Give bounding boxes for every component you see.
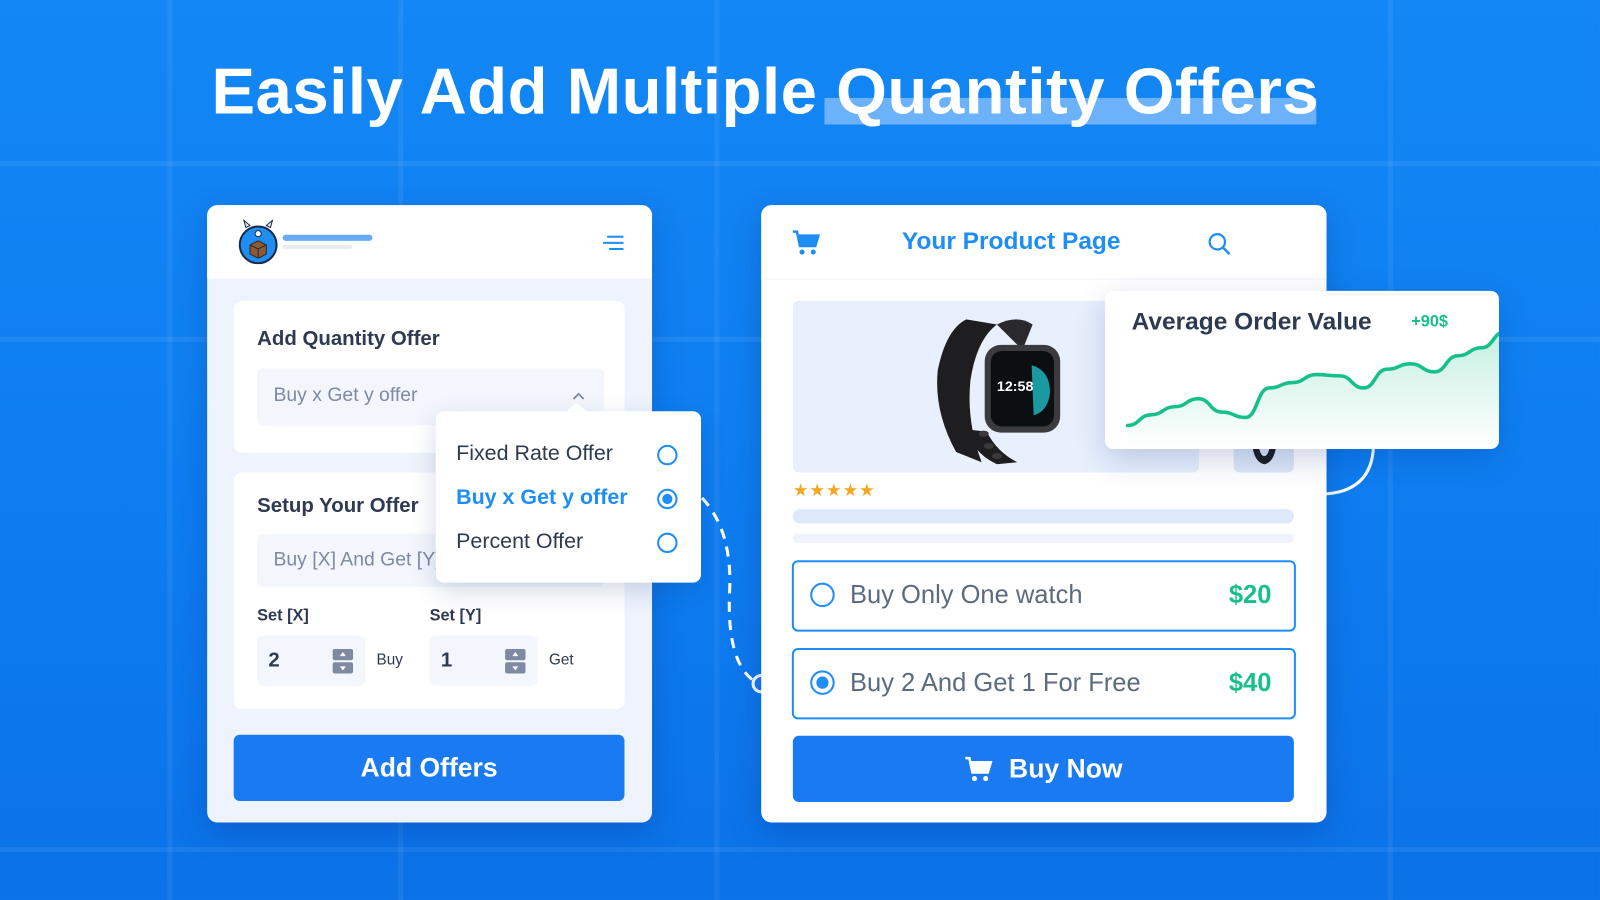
grid-line xyxy=(1387,0,1393,900)
radio-unselected-icon[interactable] xyxy=(657,444,678,466)
monster-logo-icon xyxy=(238,219,278,265)
field-value: Buy [X] And Get [Y] xyxy=(273,548,441,571)
product-title-placeholder xyxy=(792,509,1294,524)
buy-now-label: Buy Now xyxy=(1009,753,1123,784)
watch-time: 12:58 xyxy=(997,379,1034,395)
page-headline: Easily Add Multiple Quantity Offers xyxy=(211,54,1320,128)
search-icon[interactable] xyxy=(1207,232,1231,256)
admin-header xyxy=(207,205,653,279)
set-x-unit: Buy xyxy=(376,651,403,669)
option-price: $40 xyxy=(1228,668,1272,697)
brand-name-placeholder xyxy=(282,234,373,241)
cart-icon xyxy=(965,756,993,781)
hamburger-menu-icon[interactable] xyxy=(603,234,625,252)
average-order-value-card: Average Order Value +90$ xyxy=(1105,290,1499,449)
dropdown-option-fixed-rate[interactable]: Fixed Rate Offer xyxy=(456,438,691,471)
grid-line xyxy=(0,161,1600,167)
select-value: Buy x Get y offer xyxy=(273,384,418,407)
radio-unselected-icon[interactable] xyxy=(810,582,835,608)
promo-stage: Easily Add Multiple Quantity Offers Add … xyxy=(0,0,1600,900)
option-label: Buy x Get y offer xyxy=(456,485,628,510)
decrement-icon[interactable] xyxy=(332,662,354,674)
add-offers-button[interactable]: Add Offers xyxy=(233,734,625,802)
radio-selected-icon[interactable] xyxy=(657,488,678,510)
product-page-title: Your Product Page xyxy=(901,227,1121,256)
grid-line xyxy=(0,846,1600,853)
aov-area xyxy=(1127,333,1499,449)
set-y-stepper[interactable]: 1 xyxy=(429,635,538,686)
radio-unselected-icon[interactable] xyxy=(657,532,678,554)
option-price: $20 xyxy=(1228,580,1272,610)
increment-icon[interactable] xyxy=(505,648,526,661)
grid-line xyxy=(167,0,173,900)
brand-tagline-placeholder xyxy=(282,244,353,249)
section-title: Setup Your Offer xyxy=(257,494,419,518)
quantity-option-single[interactable]: Buy Only One watch $20 xyxy=(791,560,1296,632)
product-page-header: Your Product Page xyxy=(761,205,1327,280)
set-y-value[interactable]: 1 xyxy=(441,649,452,672)
dropdown-caret xyxy=(566,403,587,412)
grid-line xyxy=(714,0,720,900)
star-rating: ★★★★★ xyxy=(792,480,876,500)
dropdown-option-buy-x-get-y[interactable]: Buy x Get y offer xyxy=(456,482,691,515)
dashed-connector xyxy=(700,496,756,683)
dropdown-option-percent[interactable]: Percent Offer xyxy=(456,526,691,559)
buy-now-button[interactable]: Buy Now xyxy=(792,735,1294,803)
option-label: Percent Offer xyxy=(456,529,584,554)
increment-icon[interactable] xyxy=(332,648,354,661)
set-x-label: Set [X] xyxy=(257,607,309,625)
aov-title: Average Order Value xyxy=(1131,308,1372,336)
option-label: Buy Only One watch xyxy=(849,580,1083,610)
product-description-placeholder xyxy=(792,533,1294,543)
set-y-unit: Get xyxy=(548,651,574,669)
smartwatch-image: 12:58 xyxy=(937,319,1061,465)
chevron-up-icon xyxy=(572,392,585,400)
option-label: Buy 2 And Get 1 For Free xyxy=(849,668,1141,697)
radio-selected-icon[interactable] xyxy=(810,670,835,695)
set-y-label: Set [Y] xyxy=(429,607,482,625)
aov-delta: +90$ xyxy=(1411,313,1448,331)
option-label: Fixed Rate Offer xyxy=(456,441,613,466)
set-x-value[interactable]: 2 xyxy=(268,649,279,672)
section-title: Add Quantity Offer xyxy=(257,327,440,350)
quantity-option-bundle[interactable]: Buy 2 And Get 1 For Free $40 xyxy=(791,647,1296,720)
set-x-stepper[interactable]: 2 xyxy=(257,635,366,686)
decrement-icon[interactable] xyxy=(505,662,526,674)
offer-type-dropdown: Fixed Rate Offer Buy x Get y offer Perce… xyxy=(435,403,702,583)
